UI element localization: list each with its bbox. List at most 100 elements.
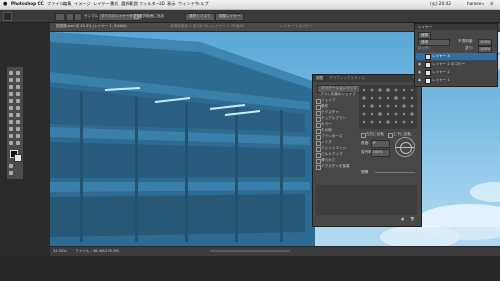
eyedropper-tool-icon[interactable]: [9, 92, 13, 96]
list-item[interactable]: デュアルブラシ: [321, 116, 346, 121]
layer-row-selected[interactable]: レイヤー 3: [416, 53, 496, 60]
brush-tip-grid[interactable]: [359, 85, 417, 129]
menu-image[interactable]: イメージ: [74, 2, 91, 6]
tab-document-2[interactable]: 名称未設定-1 @ 66.7% (レイヤー 1, RGB/8): [170, 24, 244, 29]
apple-icon[interactable]: ●: [3, 1, 7, 7]
list-item[interactable]: カラー: [321, 122, 332, 127]
menu-help[interactable]: ヘルプ: [196, 2, 209, 6]
marquee-tool-icon[interactable]: [9, 78, 13, 82]
roundness-input[interactable]: 100%: [371, 149, 390, 157]
fill-input[interactable]: 100%: [478, 46, 493, 53]
tab-graphic-styles[interactable]: グラフィックスタイル: [329, 76, 365, 81]
layer-row[interactable]: ◉ レイヤー 2: [416, 69, 496, 76]
menu-edit[interactable]: 編集: [63, 2, 71, 6]
flip-y-label: 上下に反転: [393, 132, 411, 136]
brush-preview: [316, 185, 417, 215]
gradient-tool-icon[interactable]: [9, 113, 13, 117]
history-brush-tool-icon[interactable]: [9, 106, 13, 110]
new-selection-icon[interactable]: [66, 13, 74, 21]
list-item[interactable]: ビルドアップ: [321, 152, 343, 157]
status-bar: 33.33% ファイル : 38.4M/235.3M: [50, 246, 500, 256]
list-item[interactable]: シェイプ: [321, 98, 335, 103]
adjust-layer-button[interactable]: 調整レイヤー: [215, 13, 245, 21]
layer-name[interactable]: レイヤー 1: [432, 78, 450, 83]
menu-bar: ● Photoshop CC ファイル 編集 イメージ レイヤー 書式 選択範囲…: [0, 0, 500, 13]
lock-label: ロック:: [418, 46, 430, 50]
move-tool-icon[interactable]: [9, 71, 13, 75]
edit-toolbar-icon[interactable]: [16, 141, 20, 145]
angle-dial[interactable]: [395, 137, 415, 157]
zoom-tool-icon[interactable]: [9, 141, 13, 145]
eye-icon[interactable]: ◉: [418, 78, 421, 83]
layer-name[interactable]: レイヤー 2: [432, 70, 450, 75]
background-color-swatch[interactable]: [14, 154, 22, 162]
menu-select[interactable]: 選択範囲: [121, 2, 138, 6]
blend-mode-select[interactable]: 通常: [418, 39, 450, 46]
menu-type[interactable]: 書式: [110, 2, 118, 6]
hand-tool-icon[interactable]: [16, 134, 20, 138]
opacity-label: 不透明度:: [458, 39, 474, 43]
tab-document-3[interactable]: レイヤー 2 のコピー: [280, 24, 313, 29]
quick-mask-icon[interactable]: [9, 164, 13, 168]
menu-view[interactable]: 表示: [167, 2, 175, 6]
layer-name[interactable]: レイヤー 2 のコピー: [432, 62, 465, 67]
pen-tool-icon[interactable]: [16, 120, 20, 124]
user-name[interactable]: hamee: [467, 2, 481, 6]
fill-label: 塗り:: [465, 46, 474, 50]
spacing-slider[interactable]: [375, 172, 415, 173]
list-item[interactable]: ウェットエッジ: [321, 146, 346, 151]
ps-logo-icon: [3, 12, 12, 21]
list-item[interactable]: その他: [321, 128, 332, 133]
layer-name[interactable]: レイヤー 3: [432, 54, 450, 59]
dodge-tool-icon[interactable]: [9, 120, 13, 124]
options-bar: サンプル: すべてのレイヤーを対象 選択範囲に追加 選択とマスク 調整レイヤー: [0, 10, 500, 23]
list-item[interactable]: ノイズ: [321, 140, 332, 145]
eraser-tool-icon[interactable]: [16, 106, 20, 110]
screen-mode-icon[interactable]: [9, 171, 13, 175]
layer-thumbnail: [425, 62, 431, 68]
menu-layer[interactable]: レイヤー: [93, 2, 110, 6]
select-mask-button[interactable]: 選択とマスク: [185, 13, 215, 21]
delete-brush-icon[interactable]: 🗑: [410, 217, 415, 222]
layer-row[interactable]: ◉ レイヤー 2 のコピー: [416, 61, 496, 68]
list-item[interactable]: ブラシポーズ: [321, 134, 342, 139]
menu-3d[interactable]: 3D: [159, 2, 165, 6]
list-item[interactable]: テクスチャを保護: [321, 164, 350, 169]
menu-list-icon[interactable]: ≡: [490, 2, 494, 6]
horizontal-scrollbar[interactable]: [210, 250, 290, 252]
opacity-input[interactable]: 100%: [478, 39, 493, 46]
angle-label: 角度:: [361, 141, 370, 145]
list-item[interactable]: 散布: [321, 104, 328, 109]
lasso-tool-icon[interactable]: [16, 78, 20, 82]
quick-select-tool-icon[interactable]: [9, 85, 13, 89]
stamp-tool-icon[interactable]: [16, 99, 20, 103]
crop-tool-icon[interactable]: [16, 85, 20, 89]
list-item[interactable]: ブラシ先端のシェイプ: [320, 92, 356, 97]
layers-panel-title[interactable]: レイヤー: [418, 25, 432, 30]
artboard-tool-icon[interactable]: [16, 71, 20, 75]
brush-tool-icon[interactable]: [9, 99, 13, 103]
path-select-tool-icon[interactable]: [16, 127, 20, 131]
layer-kind-filter[interactable]: 種類: [418, 32, 432, 39]
search-icon[interactable]: ⌕: [482, 2, 484, 6]
list-item[interactable]: テクスチャ: [321, 110, 339, 115]
tab-adjustments[interactable]: 調整: [316, 76, 323, 81]
add-selection-icon[interactable]: [74, 13, 82, 21]
menu-filter[interactable]: フィルター: [139, 2, 160, 6]
tab-document-1[interactable]: 図書館.psd @ 33.3% (レイヤー 1, RGB/8): [56, 24, 127, 29]
menu-file[interactable]: ファイル: [47, 2, 64, 6]
healing-brush-tool-icon[interactable]: [16, 92, 20, 96]
layer-row[interactable]: ◉ レイヤー 1: [416, 77, 496, 84]
app-name[interactable]: Photoshop CC: [11, 2, 44, 6]
desktop-background: [0, 256, 500, 281]
shape-tool-icon[interactable]: [9, 134, 13, 138]
angle-input[interactable]: 0°: [371, 140, 390, 148]
eye-icon[interactable]: ◉: [418, 62, 421, 67]
list-item[interactable]: 滑らかさ: [321, 158, 335, 163]
eye-icon[interactable]: ◉: [418, 70, 421, 75]
tool-preset-button[interactable]: [55, 13, 65, 21]
type-tool-icon[interactable]: [9, 127, 13, 131]
zoom-level[interactable]: 33.33%: [53, 249, 67, 254]
new-brush-icon[interactable]: ▣: [401, 217, 404, 222]
blur-tool-icon[interactable]: [16, 113, 20, 117]
